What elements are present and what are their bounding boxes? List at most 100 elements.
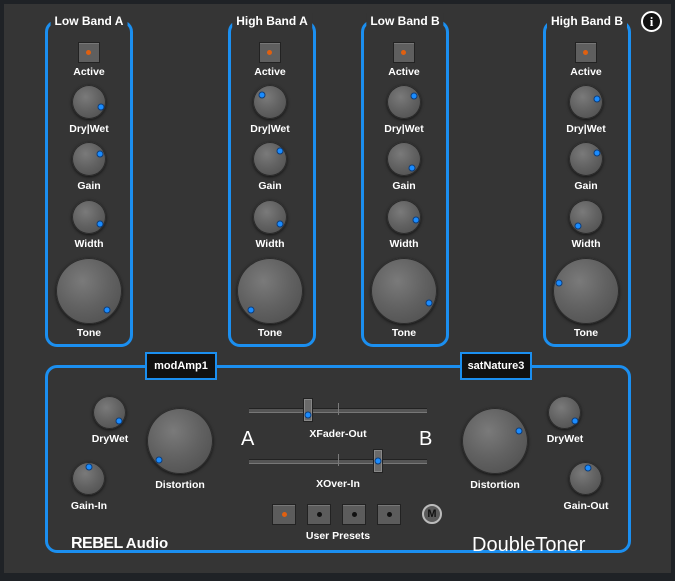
knob-indicator — [85, 463, 93, 471]
preset-manager-button[interactable]: M — [422, 504, 442, 524]
drywet-knob[interactable] — [387, 85, 421, 119]
knob-indicator — [155, 456, 163, 464]
module-b-drywet-label: DryWet — [546, 433, 584, 445]
preset-led — [317, 512, 322, 517]
module-a-distortion-label: Distortion — [155, 479, 205, 491]
plugin-window: Low Band A High Band A Low Band B High B… — [4, 4, 671, 573]
knob-indicator — [276, 147, 284, 155]
drywet-knob[interactable] — [72, 85, 106, 119]
knob-indicator — [425, 299, 433, 307]
width-label: Width — [255, 238, 285, 250]
active-led — [267, 50, 272, 55]
knob-indicator — [412, 216, 420, 224]
tone-knob[interactable] — [237, 258, 303, 324]
brand-audio: Audio — [125, 535, 169, 552]
module-a-distortion-knob[interactable] — [147, 408, 213, 474]
preset-led — [282, 512, 287, 517]
width-knob[interactable] — [72, 200, 106, 234]
drywet-label: Dry|Wet — [250, 123, 290, 135]
tone-knob[interactable] — [553, 258, 619, 324]
knob-indicator — [258, 91, 266, 99]
drywet-label: Dry|Wet — [384, 123, 424, 135]
active-toggle[interactable] — [259, 42, 281, 63]
knob-indicator — [593, 95, 601, 103]
knob-indicator — [410, 92, 418, 100]
brand-logo: REBEL Audio — [71, 534, 168, 554]
active-toggle[interactable] — [393, 42, 415, 63]
active-label: Active — [388, 66, 420, 78]
knob-indicator — [103, 306, 111, 314]
module-a-name[interactable]: modAmp1 — [145, 352, 217, 380]
knob-indicator — [593, 149, 601, 157]
gain-knob[interactable] — [569, 142, 603, 176]
module-a-drywet-label: DryWet — [91, 433, 129, 445]
active-toggle[interactable] — [575, 42, 597, 63]
drywet-label: Dry|Wet — [69, 123, 109, 135]
preset-led — [352, 512, 357, 517]
drywet-knob[interactable] — [253, 85, 287, 119]
drywet-label: Dry|Wet — [566, 123, 606, 135]
xfader-label: XFader-Out — [309, 428, 367, 440]
knob-indicator — [115, 417, 123, 425]
tone-label: Tone — [257, 327, 283, 339]
gain-label: Gain — [77, 180, 101, 192]
module-a-gainin-label: Gain-In — [70, 500, 108, 512]
active-led — [583, 50, 588, 55]
tone-knob[interactable] — [371, 258, 437, 324]
knob-indicator — [571, 417, 579, 425]
gain-label: Gain — [258, 180, 282, 192]
gain-knob[interactable] — [72, 142, 106, 176]
gain-knob[interactable] — [253, 142, 287, 176]
slider-indicator — [374, 457, 382, 465]
module-b-name[interactable]: satNature3 — [460, 352, 532, 380]
xfader-center-tick — [338, 403, 339, 415]
active-label: Active — [570, 66, 602, 78]
band-title: Low Band B — [366, 13, 444, 29]
active-led — [401, 50, 406, 55]
xover-center-tick — [338, 454, 339, 466]
active-label: Active — [254, 66, 286, 78]
xfader-thumb[interactable] — [303, 398, 313, 422]
tone-label: Tone — [76, 327, 102, 339]
module-a-drywet-knob[interactable] — [93, 396, 126, 429]
xover-thumb[interactable] — [373, 449, 383, 473]
info-glyph: i — [649, 14, 654, 29]
brand-rebel: REBEL — [71, 535, 123, 552]
knob-indicator — [96, 150, 104, 158]
band-title: Low Band A — [50, 13, 128, 29]
width-label: Width — [74, 238, 104, 250]
gain-knob[interactable] — [387, 142, 421, 176]
module-b-distortion-knob[interactable] — [462, 408, 528, 474]
width-knob[interactable] — [569, 200, 603, 234]
drywet-knob[interactable] — [569, 85, 603, 119]
band-title: High Band B — [547, 13, 627, 29]
module-b-distortion-label: Distortion — [470, 479, 520, 491]
module-b-drywet-knob[interactable] — [548, 396, 581, 429]
width-label: Width — [389, 238, 419, 250]
active-label: Active — [73, 66, 105, 78]
knob-indicator — [574, 222, 582, 230]
knob-indicator — [247, 306, 255, 314]
module-a-gainin-knob[interactable] — [72, 462, 105, 495]
gain-label: Gain — [392, 180, 416, 192]
knob-indicator — [97, 103, 105, 111]
info-icon[interactable]: i — [641, 11, 662, 32]
xfader-letter-a: A — [241, 428, 255, 450]
preset-led — [387, 512, 392, 517]
width-label: Width — [571, 238, 601, 250]
module-b-gainout-knob[interactable] — [569, 462, 602, 495]
preset-slot-4[interactable] — [377, 504, 401, 525]
width-knob[interactable] — [253, 200, 287, 234]
preset-m-label: M — [427, 508, 437, 520]
knob-indicator — [276, 220, 284, 228]
preset-slot-3[interactable] — [342, 504, 366, 525]
preset-slot-1[interactable] — [272, 504, 296, 525]
tone-label: Tone — [391, 327, 417, 339]
gain-label: Gain — [574, 180, 598, 192]
preset-slot-2[interactable] — [307, 504, 331, 525]
tone-knob[interactable] — [56, 258, 122, 324]
knob-indicator — [584, 464, 592, 472]
active-toggle[interactable] — [78, 42, 100, 63]
width-knob[interactable] — [387, 200, 421, 234]
band-title: High Band A — [232, 13, 312, 29]
